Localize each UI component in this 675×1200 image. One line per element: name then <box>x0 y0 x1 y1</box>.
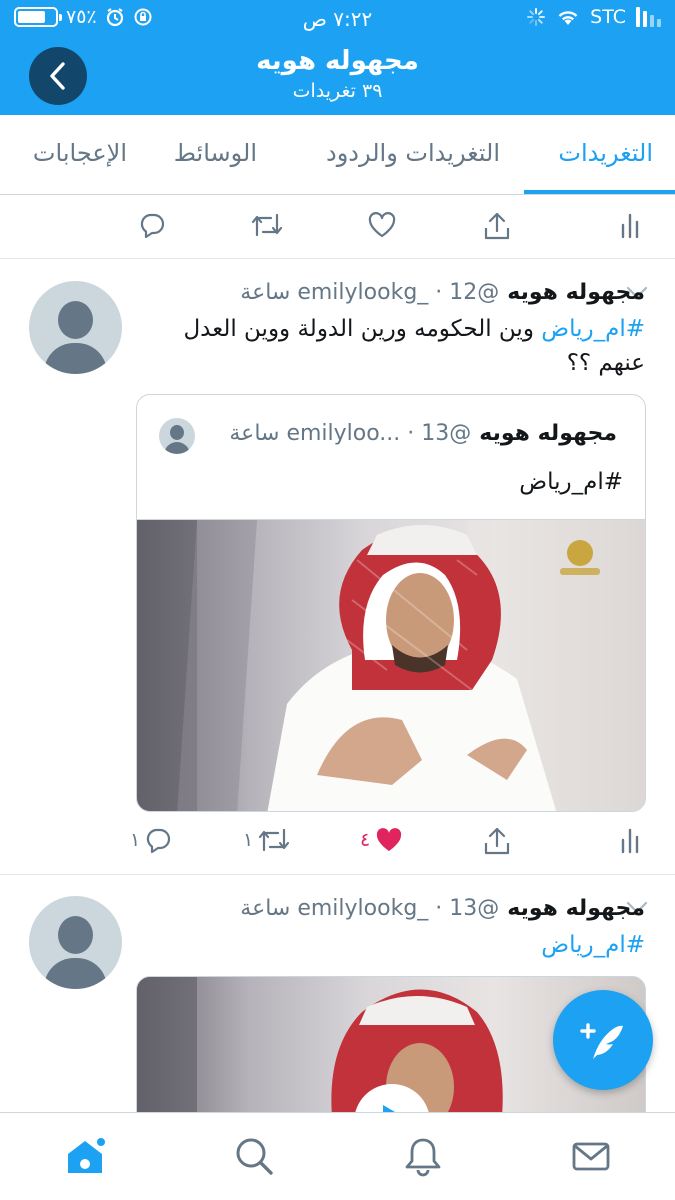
compose-tweet-button[interactable] <box>553 990 653 1090</box>
analytics-button[interactable] <box>620 211 640 239</box>
avatar[interactable] <box>29 281 122 374</box>
retweet-button[interactable] <box>250 211 284 239</box>
tab-tweets[interactable]: التغريدات <box>558 139 653 167</box>
hashtag-link[interactable]: #ام_رياض <box>541 932 645 958</box>
retweet-icon <box>251 213 283 237</box>
quoted-display-name: مجهوله هويه <box>479 421 617 446</box>
tweet-header: مجهوله هويه@emilylookg_ · 13 ساعة <box>240 896 645 921</box>
share-icon <box>484 827 510 855</box>
reply-count: ١ <box>130 829 141 851</box>
compose-tweet-icon <box>580 1023 623 1059</box>
mail-icon <box>572 1142 610 1171</box>
nav-notifications[interactable] <box>402 1135 444 1181</box>
display-name[interactable]: مجهوله هويه <box>507 280 645 305</box>
reply-icon <box>140 213 165 239</box>
retweet-button[interactable]: ١ <box>243 826 291 854</box>
search-icon <box>236 1138 273 1175</box>
analytics-button[interactable] <box>620 826 640 854</box>
active-tab-indicator <box>524 190 675 194</box>
tweet-text: #ام_رياض وين الحكومه ورين الدولة ووين ال… <box>140 312 645 380</box>
home-icon <box>68 1138 105 1173</box>
divider <box>0 258 675 259</box>
tab-likes[interactable]: الإعجابات <box>33 139 127 167</box>
tab-tweets-and-replies[interactable]: التغريدات والردود <box>326 139 500 167</box>
reply-button[interactable]: ١ <box>130 826 172 854</box>
quoted-tweet-text: #ام_رياض <box>519 469 623 495</box>
profile-title: مجهوله هويه <box>256 46 419 76</box>
carrier-name: STC <box>590 6 626 28</box>
tab-media[interactable]: الوسائط <box>174 139 257 167</box>
share-button[interactable] <box>483 826 511 856</box>
reply-button[interactable] <box>138 211 166 239</box>
share-button[interactable] <box>483 211 511 241</box>
wifi-icon <box>558 11 578 25</box>
tweet-text: #ام_رياض <box>140 928 645 962</box>
video-frame-image <box>137 520 645 811</box>
signal-icon <box>636 7 661 27</box>
previous-tweet-actions <box>0 197 675 257</box>
divider <box>0 874 675 875</box>
avatar[interactable] <box>29 896 122 989</box>
status-bar: ٧٥٪ ٧:٢٢ ص STC <box>0 0 675 38</box>
profile-header: مجهوله هويه ٣٩ تغريدات <box>0 38 675 115</box>
share-icon <box>484 212 510 240</box>
retweet-icon <box>259 828 290 852</box>
heart-filled-icon <box>377 828 402 851</box>
analytics-icon <box>621 828 639 854</box>
hashtag-link[interactable]: #ام_رياض <box>541 316 645 342</box>
status-right: STC <box>526 6 661 28</box>
profile-tabs: التغريدات التغريدات والردود الوسائط الإع… <box>0 115 675 195</box>
activity-spinner-icon <box>527 8 546 26</box>
like-button[interactable]: ٤ <box>360 826 404 854</box>
bottom-navigation <box>0 1112 675 1200</box>
quoted-avatar <box>159 418 195 454</box>
nav-search[interactable] <box>233 1135 275 1181</box>
reply-icon <box>147 828 171 854</box>
analytics-icon <box>621 213 639 239</box>
like-count: ٤ <box>360 829 371 851</box>
heart-icon <box>368 212 396 238</box>
bell-icon <box>405 1138 441 1177</box>
quoted-tweet-header: مجهوله هويه@emilyloo... · 13 ساعة <box>229 421 617 446</box>
nav-messages[interactable] <box>570 1135 612 1181</box>
nav-home[interactable] <box>64 1135 106 1181</box>
tweet-header: مجهوله هويه@emilylookg_ · 12 ساعة <box>240 280 645 305</box>
display-name[interactable]: مجهوله هويه <box>507 896 645 921</box>
like-button[interactable] <box>367 211 397 239</box>
tweet-actions: ١ ١ ٤ <box>0 812 675 872</box>
quoted-video-thumbnail[interactable] <box>137 519 645 811</box>
retweet-count: ١ <box>243 829 254 851</box>
tweet-count: ٣٩ تغريدات <box>292 80 383 102</box>
quoted-tweet[interactable]: مجهوله هويه@emilyloo... · 13 ساعة #ام_ري… <box>136 394 646 812</box>
